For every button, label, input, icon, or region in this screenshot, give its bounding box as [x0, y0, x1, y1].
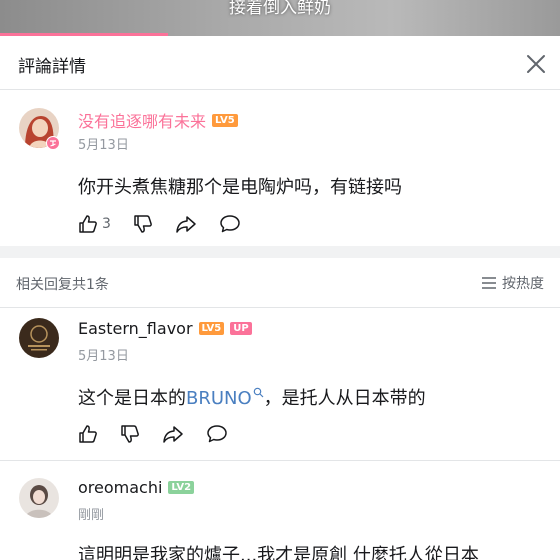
comment-bubble-icon [207, 425, 227, 443]
reply-actions [78, 422, 250, 446]
dislike-button[interactable] [120, 422, 140, 446]
main-comment: 没有追逐哪有未来 LV5 5月13日 你开头煮焦糖那个是电陶炉吗，有链接吗 3 [0, 90, 560, 246]
reply-item: Eastern_flavor LV5 UP 5月13日 这个是日本的BRUNO ，… [0, 308, 560, 460]
reply-content-text: ，是托人从日本带的 [263, 388, 426, 409]
username-text[interactable]: oreomachi [78, 478, 162, 497]
username-text[interactable]: Eastern_flavor [78, 319, 193, 338]
video-subtitle: 接着倒入鲜奶 [229, 0, 331, 18]
close-icon [527, 55, 545, 73]
reply-button[interactable] [219, 212, 241, 236]
search-link[interactable]: BRUNO [186, 388, 252, 409]
reply-date: 5月13日 [78, 349, 129, 364]
share-icon [163, 426, 183, 443]
reply-item: oreomachi LV2 剛剛 這明明是我家的爐子...我才是原創 什麼托人從… [0, 461, 560, 560]
replies-header: 相关回复共1条 按热度 [0, 258, 560, 308]
sort-lines-icon [482, 277, 496, 289]
vip-badge-icon [46, 136, 60, 150]
replies-count: 相关回复共1条 [16, 277, 109, 293]
share-icon [176, 216, 196, 233]
page-title: 評論詳情 [18, 57, 86, 77]
section-divider [0, 246, 560, 258]
sort-button[interactable]: 按热度 [481, 273, 544, 293]
video-player-strip[interactable]: 接着倒入鲜奶 [0, 0, 560, 36]
reply-username[interactable]: oreomachi LV2 [78, 478, 195, 497]
comment-username[interactable]: 没有追逐哪有未来 LV5 [78, 108, 238, 132]
close-button[interactable] [520, 48, 552, 80]
thumbs-down-icon [134, 215, 152, 233]
reply-date: 剛剛 [78, 508, 105, 523]
comment-content: 你开头煮焦糖那个是电陶炉吗，有链接吗 [78, 177, 402, 198]
like-count: 3 [102, 216, 111, 232]
reply-content-text: 这个是日本的 [78, 388, 186, 409]
thumbs-up-icon [79, 215, 97, 233]
username-text[interactable]: 没有追逐哪有未来 [78, 108, 206, 132]
comment-actions: 3 [78, 212, 263, 236]
thumbs-up-icon [79, 425, 97, 443]
like-button[interactable] [78, 422, 98, 446]
like-button[interactable]: 3 [78, 212, 111, 236]
reply-content: 這明明是我家的爐子...我才是原創 什麼托人從日本 [78, 545, 479, 560]
level-badge: LV2 [168, 481, 195, 494]
dislike-button[interactable] [133, 212, 153, 236]
comment-bubble-icon [220, 215, 240, 233]
reply-content: 这个是日本的BRUNO ，是托人从日本带的 [78, 384, 426, 410]
level-badge: LV5 [212, 113, 238, 127]
comment-detail-header: 評論詳情 [0, 36, 560, 90]
avatar[interactable] [19, 478, 59, 518]
reply-button[interactable] [206, 422, 228, 446]
level-badge: LV5 [198, 322, 225, 335]
reply-username[interactable]: Eastern_flavor LV5 UP [78, 319, 252, 338]
comment-date: 5月13日 [78, 138, 129, 153]
up-badge: UP [230, 322, 252, 335]
search-icon[interactable] [253, 387, 264, 398]
share-button[interactable] [175, 212, 197, 236]
share-button[interactable] [162, 422, 184, 446]
sort-label: 按热度 [502, 276, 544, 292]
avatar[interactable] [19, 318, 59, 358]
thumbs-down-icon [121, 425, 139, 443]
